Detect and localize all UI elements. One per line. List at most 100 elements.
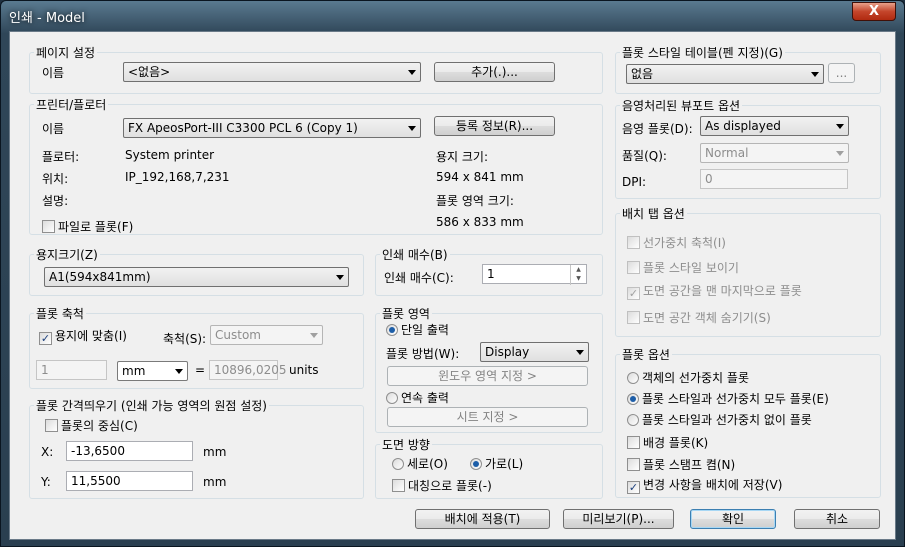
spin-down-icon[interactable]: ▼: [571, 274, 586, 283]
single-output-radio[interactable]: 단일 출력: [386, 324, 449, 337]
continuous-output-radio[interactable]: 연속 출력: [386, 392, 449, 405]
printer-name-label: 이름: [42, 122, 65, 136]
dpi-input[interactable]: 0: [700, 169, 848, 189]
portrait-label: 세로(O): [407, 457, 448, 471]
scale-combo[interactable]: Custom: [210, 325, 323, 345]
scale-lineweights-checkbox[interactable]: 선가중치 축척(I): [627, 236, 726, 250]
location-label: 위치:: [42, 172, 69, 186]
offset-y-label: Y:: [41, 475, 51, 489]
dpi-label: DPI:: [622, 175, 647, 189]
printer-name-value: FX ApeosPort-III C3300 PCL 6 (Copy 1): [128, 121, 358, 135]
plot-to-file-checkbox[interactable]: 파일로 플롯(F): [42, 220, 133, 234]
shaded-viewport-group-title: 음영처리된 뷰포트 옵션: [620, 97, 743, 114]
show-plot-styles-checkbox[interactable]: 플롯 스타일 보이기: [627, 261, 739, 275]
plot-styles-and-lineweights-radio[interactable]: 플롯 스타일과 선가중치 모두 플롯(E): [627, 393, 829, 406]
show-plot-styles-label: 플롯 스타일 보이기: [643, 261, 739, 275]
dialog-body: 페이지 설정 이름 <없음> 추가(.)... 프린터/플로터 이름 FX Ap…: [9, 31, 896, 540]
center-plot-label: 플롯의 중심(C): [61, 419, 138, 433]
edit-plot-style-button[interactable]: ...: [828, 63, 855, 83]
scale-unit-combo[interactable]: mm: [117, 361, 188, 381]
save-changes-label: 변경 사항을 배치에 저장(V): [643, 478, 783, 492]
close-button[interactable]: X: [852, 2, 896, 21]
plot-area-group-title: 플롯 영역: [380, 305, 432, 322]
checkbox-icon: [627, 261, 640, 274]
hide-paperspace-objects-label: 도면 공간 객체 숨기기(S): [643, 311, 771, 325]
window-area-button[interactable]: 윈도우 영역 지정 >: [387, 366, 588, 386]
plot-style-table-value: 없음: [631, 67, 654, 81]
scale-numerator-input[interactable]: 1: [36, 360, 107, 380]
offset-x-value: -13,6500: [71, 444, 125, 458]
spin-up-icon[interactable]: ▲: [571, 265, 586, 274]
chevron-down-icon: [836, 151, 844, 156]
add-page-setup-button[interactable]: 추가(.)...: [434, 62, 555, 82]
apply-to-layout-button[interactable]: 배치에 적용(T): [415, 509, 550, 529]
single-output-label: 단일 출력: [401, 323, 449, 337]
copies-spinner[interactable]: ▲ ▼: [570, 265, 586, 285]
chevron-down-icon: [336, 275, 344, 280]
preview-button[interactable]: 미리보기(P)...: [563, 509, 674, 529]
landscape-label: 가로(L): [485, 457, 524, 471]
chevron-down-icon: [175, 369, 183, 374]
plot-paperspace-last-checkbox[interactable]: ✓ 도면 공간을 맨 마지막으로 플롯: [627, 285, 802, 300]
equals-sign: =: [195, 363, 206, 377]
checkbox-icon: [392, 479, 405, 492]
offset-y-input[interactable]: 11,5500: [66, 471, 193, 491]
offset-x-unit: mm: [203, 445, 227, 459]
checkbox-icon: [627, 236, 640, 249]
offset-x-input[interactable]: -13,6500: [66, 441, 193, 461]
shade-plot-combo[interactable]: As displayed: [700, 116, 849, 136]
scale-label: 축척(S):: [163, 332, 207, 346]
scale-numerator-value: 1: [41, 363, 49, 377]
checkmark-icon: ✓: [627, 287, 640, 300]
reverse-plot-checkbox[interactable]: 대칭으로 플롯(-): [392, 479, 492, 493]
scale-value: Custom: [215, 328, 261, 342]
sheet-select-button[interactable]: 시트 지정 >: [387, 407, 588, 427]
background-plot-checkbox[interactable]: 배경 플롯(K): [627, 436, 708, 450]
chevron-down-icon: [408, 70, 416, 75]
plot-lineweights-radio[interactable]: 객체의 선가중치 플롯: [627, 372, 749, 385]
chevron-down-icon: [576, 350, 584, 355]
radio-selected-icon: [627, 393, 639, 405]
page-setup-name-label: 이름: [42, 66, 65, 80]
center-plot-checkbox[interactable]: 플롯의 중심(C): [45, 419, 138, 433]
plot-style-table-combo[interactable]: 없음: [626, 64, 824, 84]
copies-value: 1: [487, 267, 495, 281]
description-label: 설명:: [42, 194, 69, 208]
units-label: units: [289, 363, 319, 377]
quality-value: Normal: [705, 146, 749, 160]
checkbox-icon: [627, 311, 640, 324]
paper-size-combo[interactable]: A1(594x841mm): [44, 267, 349, 287]
plotter-label: 플로터:: [42, 150, 80, 164]
radio-icon: [386, 392, 398, 404]
plot-method-label: 플롯 방법(W):: [386, 347, 460, 361]
ok-button[interactable]: 확인: [690, 509, 776, 529]
page-setup-name-combo[interactable]: <없음>: [123, 62, 421, 82]
copies-input[interactable]: 1 ▲ ▼: [482, 264, 587, 285]
continuous-output-label: 연속 출력: [401, 391, 449, 405]
offset-x-label: X:: [41, 445, 54, 459]
paper-size-info-value: 594 x 841 mm: [436, 170, 524, 184]
save-changes-checkbox[interactable]: ✓ 변경 사항을 배치에 저장(V): [627, 479, 782, 494]
scale-lineweights-label: 선가중치 축척(I): [643, 236, 726, 250]
printer-properties-button[interactable]: 등록 정보(R)...: [434, 116, 555, 136]
cancel-button[interactable]: 취소: [794, 509, 880, 529]
plot-paperspace-last-label: 도면 공간을 맨 마지막으로 플롯: [643, 284, 802, 298]
plot-without-styles-radio[interactable]: 플롯 스타일과 선가중치 없이 플롯: [627, 414, 812, 427]
plot-method-combo[interactable]: Display: [480, 342, 589, 362]
title-bar[interactable]: 인쇄 - Model X: [1, 1, 904, 31]
printer-name-combo[interactable]: FX ApeosPort-III C3300 PCL 6 (Copy 1): [123, 118, 421, 138]
quality-combo[interactable]: Normal: [700, 143, 849, 163]
radio-icon: [627, 372, 639, 384]
chevron-down-icon: [310, 333, 318, 338]
hide-paperspace-objects-checkbox[interactable]: 도면 공간 객체 숨기기(S): [627, 311, 771, 325]
radio-icon: [392, 458, 404, 470]
plot-stamp-checkbox[interactable]: 플롯 스탬프 켬(N): [627, 458, 735, 472]
portrait-radio[interactable]: 세로(O): [392, 458, 448, 471]
offset-y-value: 11,5500: [71, 474, 121, 488]
plot-lineweights-label: 객체의 선가중치 플롯: [642, 371, 749, 385]
plot-to-file-label: 파일로 플롯(F): [58, 220, 134, 234]
landscape-radio[interactable]: 가로(L): [470, 458, 523, 471]
fit-to-paper-checkbox[interactable]: ✓ 용지에 맞춤(I): [39, 330, 127, 345]
page-setup-group-title: 페이지 설정: [34, 44, 98, 61]
scale-denominator-input[interactable]: 10896,0205: [209, 360, 287, 380]
